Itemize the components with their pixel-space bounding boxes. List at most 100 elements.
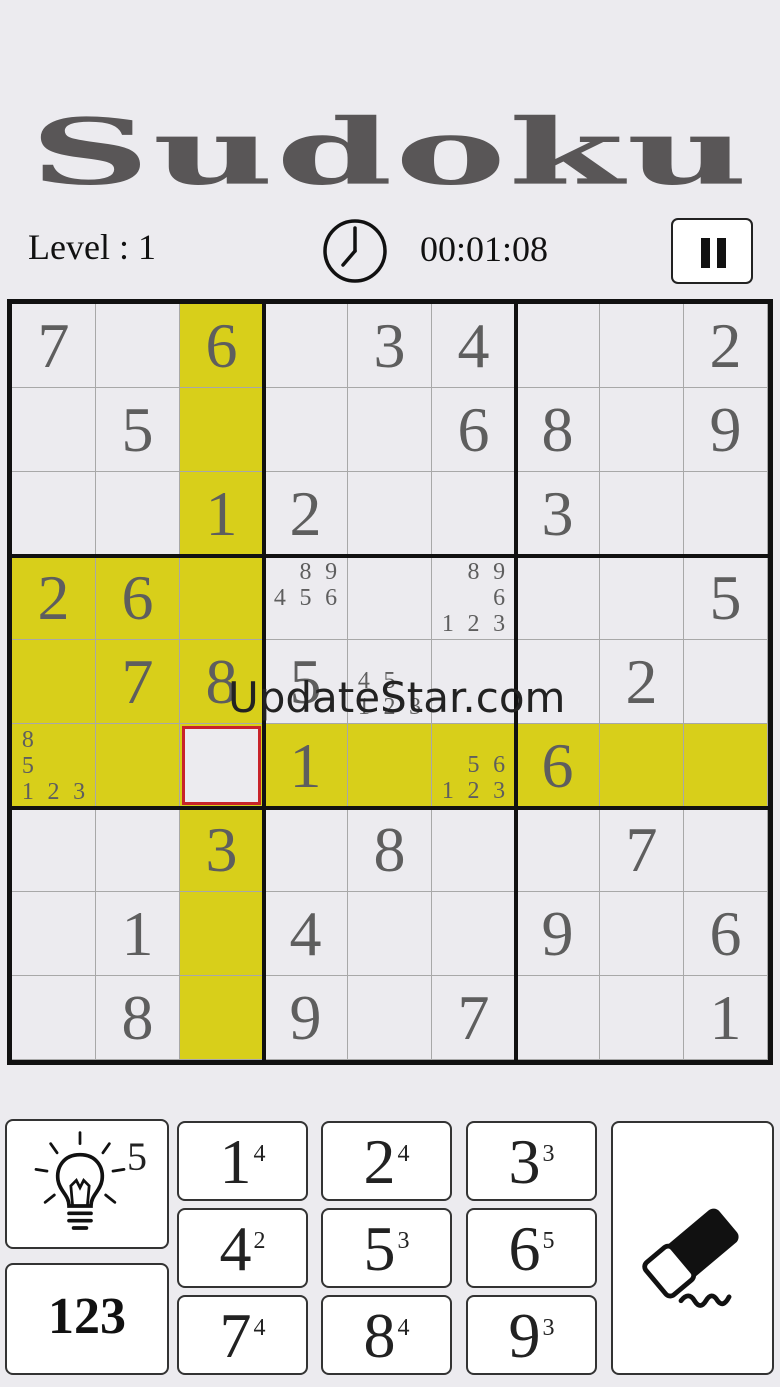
- pencil-note: 3: [493, 611, 506, 637]
- board-cell-r3c1[interactable]: [12, 472, 96, 556]
- board-cell-r2c8[interactable]: [600, 388, 684, 472]
- board-cell-r9c3[interactable]: [180, 976, 264, 1060]
- board-cell-r6c6[interactable]: 56 123: [432, 724, 516, 808]
- number-button-label: 24: [323, 1123, 450, 1201]
- digit: 8: [363, 1300, 396, 1371]
- eraser-button[interactable]: [611, 1121, 774, 1375]
- board-cell-r8c3[interactable]: [180, 892, 264, 976]
- board-cell-r2c6[interactable]: 6: [432, 388, 516, 472]
- board-cell-r6c2[interactable]: [96, 724, 180, 808]
- board-cell-r7c5[interactable]: 8: [348, 808, 432, 892]
- number-button-4[interactable]: 42: [177, 1208, 308, 1288]
- pencil-note: [293, 611, 319, 636]
- board-cell-r9c2[interactable]: 8: [96, 976, 180, 1060]
- board-cell-r1c5[interactable]: 3: [348, 304, 432, 388]
- board-cell-r3c6[interactable]: [432, 472, 516, 556]
- board-cell-r2c9[interactable]: 9: [684, 388, 768, 472]
- board-cell-r3c3[interactable]: 1: [180, 472, 264, 556]
- board-cell-r7c8[interactable]: 7: [600, 808, 684, 892]
- board-cell-r4c6[interactable]: 896 123: [432, 556, 516, 640]
- board-cell-r7c9[interactable]: [684, 808, 768, 892]
- number-button-2[interactable]: 24: [321, 1121, 452, 1201]
- pencil-note: 3: [73, 779, 86, 805]
- cell-value: 9: [289, 982, 322, 1053]
- board-cell-r6c1[interactable]: 85123: [12, 724, 96, 808]
- board-cell-r8c7[interactable]: 9: [516, 892, 600, 976]
- number-button-9[interactable]: 93: [466, 1295, 597, 1375]
- board-cell-r7c1[interactable]: [12, 808, 96, 892]
- board-cell-r1c1[interactable]: 7: [12, 304, 96, 388]
- board-cell-r1c9[interactable]: 2: [684, 304, 768, 388]
- board-cell-r1c4[interactable]: [264, 304, 348, 388]
- number-button-1[interactable]: 14: [177, 1121, 308, 1201]
- board-cell-r4c7[interactable]: [516, 556, 600, 640]
- number-button-3[interactable]: 33: [466, 1121, 597, 1201]
- hint-button[interactable]: 5: [5, 1119, 169, 1249]
- pencil-note: 8: [21, 727, 34, 753]
- board-cell-r9c4[interactable]: 9: [264, 976, 348, 1060]
- board-cell-r3c8[interactable]: [600, 472, 684, 556]
- board-cell-r2c3[interactable]: [180, 388, 264, 472]
- number-button-8[interactable]: 84: [321, 1295, 452, 1375]
- board-cell-r7c2[interactable]: [96, 808, 180, 892]
- number-button-5[interactable]: 53: [321, 1208, 452, 1288]
- board-cell-r9c8[interactable]: [600, 976, 684, 1060]
- board-cell-r7c6[interactable]: [432, 808, 516, 892]
- pencil-note: 5: [21, 753, 34, 779]
- number-button-7[interactable]: 74: [177, 1295, 308, 1375]
- board-cell-r8c4[interactable]: 4: [264, 892, 348, 976]
- board-cell-r1c3[interactable]: 6: [180, 304, 264, 388]
- board-cell-r1c6[interactable]: 4: [432, 304, 516, 388]
- board-cell-r9c9[interactable]: 1: [684, 976, 768, 1060]
- board-cell-r9c1[interactable]: [12, 976, 96, 1060]
- remaining-count: 3: [397, 1228, 410, 1254]
- number-button-6[interactable]: 65: [466, 1208, 597, 1288]
- board-cell-r2c7[interactable]: 8: [516, 388, 600, 472]
- remaining-count: 4: [253, 1141, 266, 1167]
- board-cell-r4c9[interactable]: 5: [684, 556, 768, 640]
- board-cell-r4c3[interactable]: [180, 556, 264, 640]
- board-cell-r8c8[interactable]: [600, 892, 684, 976]
- board-cell-r5c9[interactable]: [684, 640, 768, 724]
- board-cell-r2c2[interactable]: 5: [96, 388, 180, 472]
- board-cell-r2c5[interactable]: [348, 388, 432, 472]
- board-cell-r8c5[interactable]: [348, 892, 432, 976]
- board-cell-r8c6[interactable]: [432, 892, 516, 976]
- board-cell-r7c3[interactable]: 3: [180, 808, 264, 892]
- board-cell-r3c4[interactable]: 2: [264, 472, 348, 556]
- board-cell-r5c2[interactable]: 7: [96, 640, 180, 724]
- board-cell-r5c1[interactable]: [12, 640, 96, 724]
- notes-mode-button[interactable]: 123: [5, 1263, 169, 1375]
- pause-button[interactable]: [671, 218, 753, 284]
- board-cell-r7c4[interactable]: [264, 808, 348, 892]
- board-cell-r3c2[interactable]: [96, 472, 180, 556]
- board-cell-r6c3[interactable]: [180, 724, 264, 808]
- board-cell-r6c8[interactable]: [600, 724, 684, 808]
- board-cell-r1c8[interactable]: [600, 304, 684, 388]
- board-cell-r4c4[interactable]: 89 456: [264, 556, 348, 640]
- board-cell-r3c5[interactable]: [348, 472, 432, 556]
- board-cell-r5c8[interactable]: 2: [600, 640, 684, 724]
- board-cell-r3c9[interactable]: [684, 472, 768, 556]
- board-cell-r4c2[interactable]: 6: [96, 556, 180, 640]
- board-cell-r6c9[interactable]: [684, 724, 768, 808]
- board-cell-r9c7[interactable]: [516, 976, 600, 1060]
- board-cell-r3c7[interactable]: 3: [516, 472, 600, 556]
- board-cell-r1c7[interactable]: [516, 304, 600, 388]
- board-cell-r8c2[interactable]: 1: [96, 892, 180, 976]
- board-cell-r6c5[interactable]: [348, 724, 432, 808]
- board-cell-r4c5[interactable]: [348, 556, 432, 640]
- board-cell-r8c1[interactable]: [12, 892, 96, 976]
- board-cell-r4c1[interactable]: 2: [12, 556, 96, 640]
- board-cell-r6c7[interactable]: 6: [516, 724, 600, 808]
- board-cell-r9c5[interactable]: [348, 976, 432, 1060]
- board-cell-r7c7[interactable]: [516, 808, 600, 892]
- board-cell-r2c4[interactable]: [264, 388, 348, 472]
- board-cell-r6c4[interactable]: 1: [264, 724, 348, 808]
- pencil-note: [435, 559, 461, 585]
- board-cell-r1c2[interactable]: [96, 304, 180, 388]
- board-cell-r8c9[interactable]: 6: [684, 892, 768, 976]
- board-cell-r4c8[interactable]: [600, 556, 684, 640]
- board-cell-r9c6[interactable]: 7: [432, 976, 516, 1060]
- board-cell-r2c1[interactable]: [12, 388, 96, 472]
